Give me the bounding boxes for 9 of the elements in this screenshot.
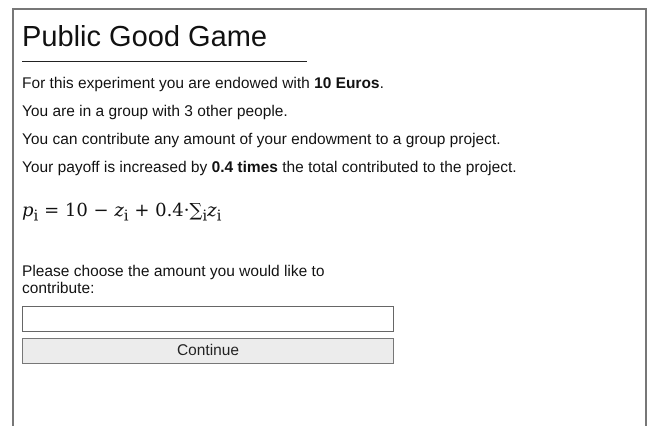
instruction-text: You are in a group with 3 other people.	[22, 102, 289, 122]
instruction-text: You can contribute any amount of your endowment to a group project.	[22, 130, 502, 150]
instruction-text: Your payoff is increased by 0.4 times the total contributed to the project.	[22, 158, 518, 178]
continue-button[interactable]: Continue	[22, 338, 394, 364]
page-title: Public Good Game	[22, 20, 268, 54]
instruction-text: For this experiment you are endowed with 10 Euros.	[22, 74, 385, 94]
prompt-text: Please choose the amount you would like to contribute:	[22, 262, 326, 297]
amount-input-field[interactable]	[22, 306, 394, 332]
payoff-formula: p$_{i}$ = 10 − z$_{i}$ + 0.4·∑$_{i}$z$_{i}$	[22, 200, 222, 225]
